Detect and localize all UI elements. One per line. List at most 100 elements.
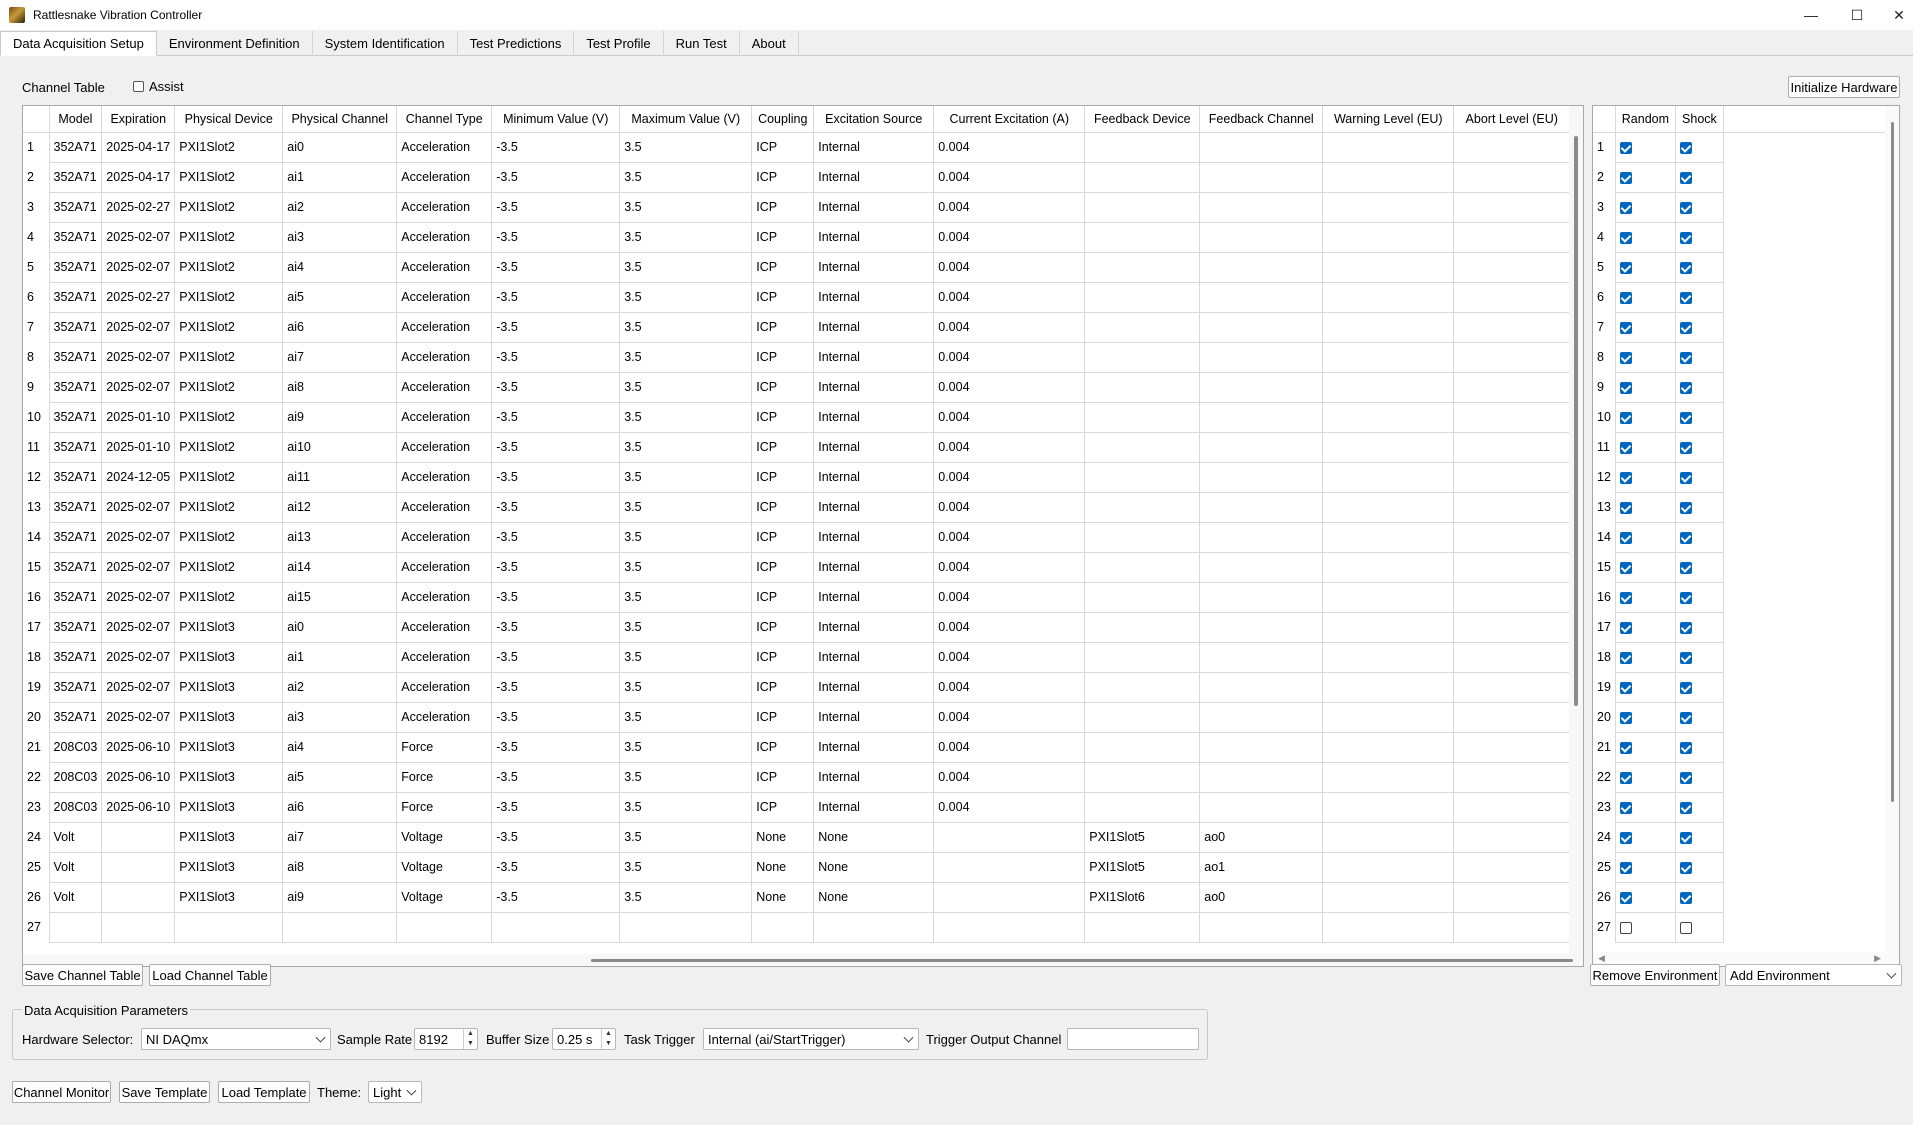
table-cell[interactable]: 2025-02-07 [101,702,176,733]
shock-checkbox[interactable] [1679,771,1692,784]
env-random-cell[interactable] [1615,222,1676,253]
table-cell[interactable]: Internal [813,762,935,793]
table-row[interactable]: 1 352A71 2025-04-17 PXI1Slot2 ai0 Acceleratio… [23,132,1571,163]
shock-checkbox[interactable] [1679,321,1692,334]
env-table-row[interactable]: 16 [1593,582,1887,613]
table-cell[interactable] [1322,672,1455,703]
table-cell[interactable]: 3.5 [619,552,753,583]
column-header-abort-level-eu[interactable]: Abort Level (EU) [1453,106,1571,133]
table-cell[interactable]: 3.5 [619,762,753,793]
table-cell[interactable] [1199,162,1324,193]
minimize-button[interactable]: — [1788,0,1834,30]
table-cell[interactable]: 3.5 [619,282,753,313]
table-cell[interactable]: 0.004 [933,552,1086,583]
table-cell[interactable]: 0.004 [933,252,1086,283]
table-cell[interactable] [1453,852,1571,883]
table-cell[interactable] [1199,432,1324,463]
table-cell[interactable] [101,912,176,943]
random-checkbox[interactable] [1619,351,1632,364]
task-trigger-combo[interactable]: Internal (ai/StartTrigger) [703,1028,919,1050]
table-row[interactable]: 11 352A71 2025-01-10 PXI1Slot2 ai10 Accelerat… [23,432,1571,463]
table-cell[interactable]: None [751,882,815,913]
table-cell[interactable]: 3.5 [619,192,753,223]
env-shock-cell[interactable] [1675,882,1724,913]
shock-checkbox[interactable] [1679,141,1692,154]
env-random-cell[interactable] [1615,672,1676,703]
table-cell[interactable] [1322,132,1455,163]
env-shock-cell[interactable] [1675,222,1724,253]
table-cell[interactable]: 2025-02-07 [101,492,176,523]
table-cell[interactable]: Internal [813,282,935,313]
shock-checkbox[interactable] [1679,651,1692,664]
table-cell[interactable] [1453,252,1571,283]
row-number[interactable]: 24 [23,822,50,852]
table-cell[interactable]: 3.5 [619,672,753,703]
table-cell[interactable]: 3.5 [619,432,753,463]
table-cell[interactable] [1199,252,1324,283]
table-cell[interactable]: 352A71 [49,192,103,223]
env-random-cell[interactable] [1615,612,1676,643]
table-cell[interactable]: 2025-01-10 [101,402,176,433]
row-number[interactable]: 16 [23,582,50,612]
shock-checkbox[interactable] [1679,231,1692,244]
table-cell[interactable]: 352A71 [49,132,103,163]
column-header-physical-channel[interactable]: Physical Channel [282,106,398,133]
env-random-cell[interactable] [1615,492,1676,523]
table-cell[interactable] [1199,492,1324,523]
table-cell[interactable] [751,912,815,943]
table-cell[interactable] [1322,522,1455,553]
table-cell[interactable]: 0.004 [933,432,1086,463]
theme-combo[interactable]: Light [368,1081,422,1103]
table-cell[interactable]: 3.5 [619,132,753,163]
table-cell[interactable]: 352A71 [49,522,103,553]
table-cell[interactable] [1199,762,1324,793]
table-cell[interactable]: 2025-02-07 [101,642,176,673]
env-table-row[interactable]: 27 [1593,912,1887,943]
table-cell[interactable]: PXI1Slot2 [174,162,284,193]
assist-checkbox[interactable]: Assist [133,79,184,94]
table-cell[interactable]: None [751,822,815,853]
table-cell[interactable]: PXI1Slot2 [174,552,284,583]
env-random-cell[interactable] [1615,762,1676,793]
random-checkbox[interactable] [1619,591,1632,604]
load-template-button[interactable]: Load Template [218,1081,310,1103]
table-row[interactable]: 19 352A71 2025-02-07 PXI1Slot3 ai2 Accelerati… [23,672,1571,703]
table-cell[interactable]: 3.5 [619,342,753,373]
table-cell[interactable] [1453,792,1571,823]
table-cell[interactable]: Voltage [396,852,493,883]
env-shock-cell[interactable] [1675,732,1724,763]
close-button[interactable]: ✕ [1876,0,1913,30]
table-cell[interactable]: 0.004 [933,282,1086,313]
env-table-row[interactable]: 12 [1593,462,1887,493]
table-cell[interactable] [1199,702,1324,733]
env-table-row[interactable]: 26 [1593,882,1887,913]
table-cell[interactable] [1322,432,1455,463]
table-row[interactable]: 23 208C03 2025-06-10 PXI1Slot3 ai6 Force -3.5 3… [23,792,1571,823]
table-cell[interactable] [1199,222,1324,253]
table-cell[interactable]: ai4 [282,252,398,283]
shock-checkbox[interactable] [1679,711,1692,724]
env-table-row[interactable]: 7 [1593,312,1887,343]
table-cell[interactable] [1199,402,1324,433]
env-random-cell[interactable] [1615,432,1676,463]
random-checkbox[interactable] [1619,741,1632,754]
table-cell[interactable] [1453,582,1571,613]
random-checkbox[interactable] [1619,921,1632,934]
env-shock-cell[interactable] [1675,432,1724,463]
table-row[interactable]: 12 352A71 2024-12-05 PXI1Slot2 ai11 Accelerat… [23,462,1571,493]
row-number[interactable]: 23 [23,792,50,822]
table-cell[interactable]: Force [396,792,493,823]
table-cell[interactable]: Acceleration [396,582,493,613]
tab-system-identification[interactable]: System Identification [313,31,458,56]
env-table-row[interactable]: 18 [1593,642,1887,673]
table-row[interactable]: 26 Volt PXI1Slot3 ai9 Voltage -3.5 3.5 None None… [23,882,1571,913]
random-checkbox[interactable] [1619,711,1632,724]
table-row[interactable]: 8 352A71 2025-02-07 PXI1Slot2 ai7 Acceleratio… [23,342,1571,373]
random-checkbox[interactable] [1619,561,1632,574]
table-cell[interactable]: PXI1Slot2 [174,582,284,613]
table-cell[interactable]: PXI1Slot2 [174,372,284,403]
table-cell[interactable]: 2025-06-10 [101,792,176,823]
hardware-selector-combo[interactable]: NI DAQmx [141,1028,331,1050]
assist-checkbox-box[interactable] [133,81,144,92]
table-row[interactable]: 27 [23,912,1571,943]
